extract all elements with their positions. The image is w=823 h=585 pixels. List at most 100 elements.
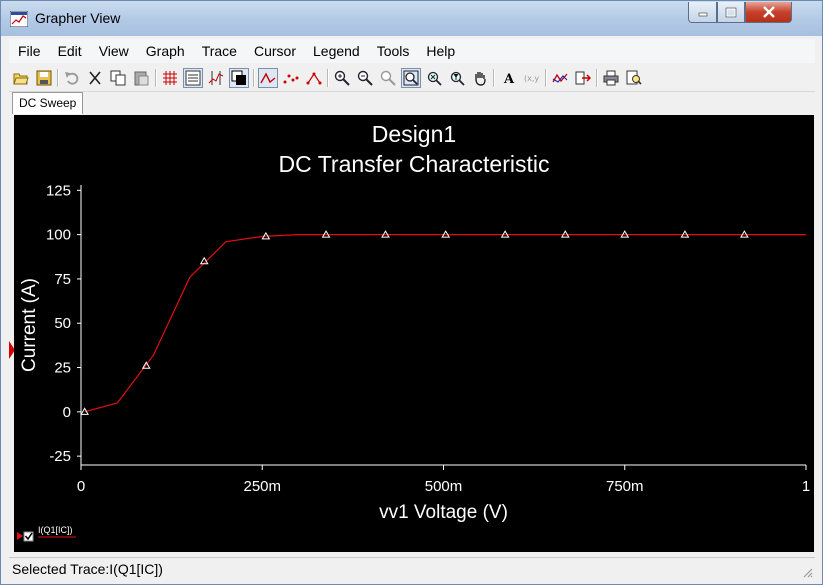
print-button[interactable] bbox=[601, 68, 621, 88]
label-button[interactable]: (x,y) bbox=[522, 68, 542, 88]
lines-icon bbox=[260, 72, 276, 84]
toolbar-separator bbox=[493, 69, 495, 87]
x-tick-label: 0 bbox=[77, 478, 85, 495]
print-icon bbox=[603, 70, 619, 86]
menu-view[interactable]: View bbox=[89, 39, 136, 63]
label-icon: (x,y) bbox=[524, 74, 540, 83]
menu-file[interactable]: File bbox=[9, 39, 48, 63]
minimize-icon bbox=[698, 12, 707, 17]
chart-title: Design1 bbox=[372, 121, 456, 147]
legend-button[interactable] bbox=[183, 68, 203, 88]
zoom-full-icon bbox=[403, 70, 419, 86]
add-trace-button[interactable] bbox=[550, 68, 570, 88]
toolbar-separator bbox=[596, 69, 598, 87]
zoom-y-icon bbox=[450, 71, 465, 86]
menu-legend[interactable]: Legend bbox=[303, 39, 367, 63]
lines-points-icon bbox=[306, 72, 322, 85]
maximize-button[interactable] bbox=[717, 2, 745, 23]
zoom-in-icon bbox=[334, 70, 350, 86]
open-button[interactable] bbox=[11, 68, 31, 88]
copy-button[interactable] bbox=[108, 68, 128, 88]
grid-button[interactable] bbox=[160, 68, 180, 88]
resize-grip-icon[interactable] bbox=[801, 566, 813, 578]
print-preview-button[interactable] bbox=[624, 68, 644, 88]
toolbar-separator bbox=[57, 69, 59, 87]
pan-icon bbox=[475, 72, 486, 86]
paste-button[interactable] bbox=[131, 68, 151, 88]
zoom-x-icon bbox=[427, 71, 442, 86]
x-tick-label: 250m bbox=[243, 478, 281, 495]
reverse-colors-button[interactable] bbox=[229, 68, 249, 88]
lines-points-button[interactable] bbox=[304, 68, 324, 88]
grid-icon bbox=[163, 71, 177, 85]
menu-trace[interactable]: Trace bbox=[192, 39, 244, 63]
menu-edit[interactable]: Edit bbox=[48, 39, 89, 63]
title-bar[interactable]: Grapher View bbox=[1, 1, 822, 36]
maximize-icon bbox=[725, 7, 737, 17]
x-tick-label: 500m bbox=[425, 478, 463, 495]
chart[interactable]: Design1 DC Transfer Characteristic -25 0 25 5… bbox=[14, 115, 814, 552]
zoom-full-button[interactable] bbox=[401, 68, 421, 88]
legend-icon bbox=[185, 70, 201, 86]
toolbar-separator bbox=[327, 69, 329, 87]
minimize-button[interactable] bbox=[688, 2, 717, 23]
paste-icon bbox=[134, 71, 149, 86]
zoom-x-button[interactable] bbox=[424, 68, 444, 88]
export-button[interactable] bbox=[573, 68, 593, 88]
tab-strip: DC Sweep bbox=[9, 92, 815, 114]
svg-text:A: A bbox=[503, 72, 515, 86]
x-axis-label: vv1 Voltage (V) bbox=[379, 502, 508, 523]
zoom-area-button[interactable] bbox=[378, 68, 398, 88]
tab-dc-sweep[interactable]: DC Sweep bbox=[12, 92, 84, 114]
menu-help[interactable]: Help bbox=[416, 39, 462, 63]
add-trace-icon bbox=[552, 73, 568, 83]
plot-area[interactable]: Design1 DC Transfer Characteristic -25 0 25 5… bbox=[14, 115, 814, 552]
trace-line bbox=[84, 233, 806, 413]
grapher-window: Grapher View File Edit View Graph Trace … bbox=[0, 0, 823, 585]
lines-button[interactable] bbox=[258, 68, 278, 88]
copy-icon bbox=[110, 70, 126, 86]
y-axis-label: Current (A) bbox=[19, 278, 40, 372]
close-icon bbox=[762, 6, 775, 18]
toolbar-separator bbox=[253, 69, 255, 87]
x-tick-label: 750m bbox=[606, 478, 644, 495]
points-button[interactable] bbox=[281, 68, 301, 88]
save-icon bbox=[36, 70, 52, 86]
toolbar: A (x,y) bbox=[9, 65, 815, 92]
status-bar: Selected Trace:I(Q1[IC]) bbox=[9, 557, 815, 580]
window-title: Grapher View bbox=[35, 10, 121, 26]
undo-button[interactable] bbox=[62, 68, 82, 88]
save-button[interactable] bbox=[34, 68, 54, 88]
legend-entry-label: I(Q1[IC]) bbox=[38, 525, 73, 535]
y-tick-label: -25 bbox=[49, 448, 71, 465]
undo-icon bbox=[65, 72, 79, 85]
y-tick-label: 25 bbox=[54, 360, 71, 377]
cut-icon bbox=[89, 71, 101, 85]
points-icon bbox=[283, 74, 299, 84]
menu-cursor[interactable]: Cursor bbox=[244, 39, 303, 63]
toolbar-separator bbox=[155, 69, 157, 87]
status-text: Selected Trace:I(Q1[IC]) bbox=[12, 561, 163, 577]
y-tick-label: 125 bbox=[46, 182, 71, 199]
print-preview-icon bbox=[626, 70, 642, 85]
zoom-out-button[interactable] bbox=[355, 68, 375, 88]
font-button[interactable]: A bbox=[499, 68, 519, 88]
zoom-in-button[interactable] bbox=[332, 68, 352, 88]
close-button[interactable] bbox=[745, 2, 792, 23]
pan-button[interactable] bbox=[470, 68, 490, 88]
reverse-colors-icon bbox=[231, 70, 246, 85]
toolbar-separator bbox=[545, 69, 547, 87]
open-icon bbox=[13, 73, 29, 85]
menu-graph[interactable]: Graph bbox=[136, 39, 192, 63]
x-tick-label: 1 bbox=[802, 478, 810, 495]
legend-marker-icon bbox=[17, 532, 23, 540]
cursors-button[interactable] bbox=[206, 68, 226, 88]
cursors-icon bbox=[208, 71, 224, 85]
chart-subtitle: DC Transfer Characteristic bbox=[279, 151, 550, 177]
grapher-app-icon bbox=[10, 11, 28, 27]
menu-tools[interactable]: Tools bbox=[367, 39, 417, 63]
y-tick-label: 100 bbox=[46, 227, 71, 244]
font-icon: A bbox=[503, 72, 515, 86]
cut-button[interactable] bbox=[85, 68, 105, 88]
zoom-y-button[interactable] bbox=[447, 68, 467, 88]
